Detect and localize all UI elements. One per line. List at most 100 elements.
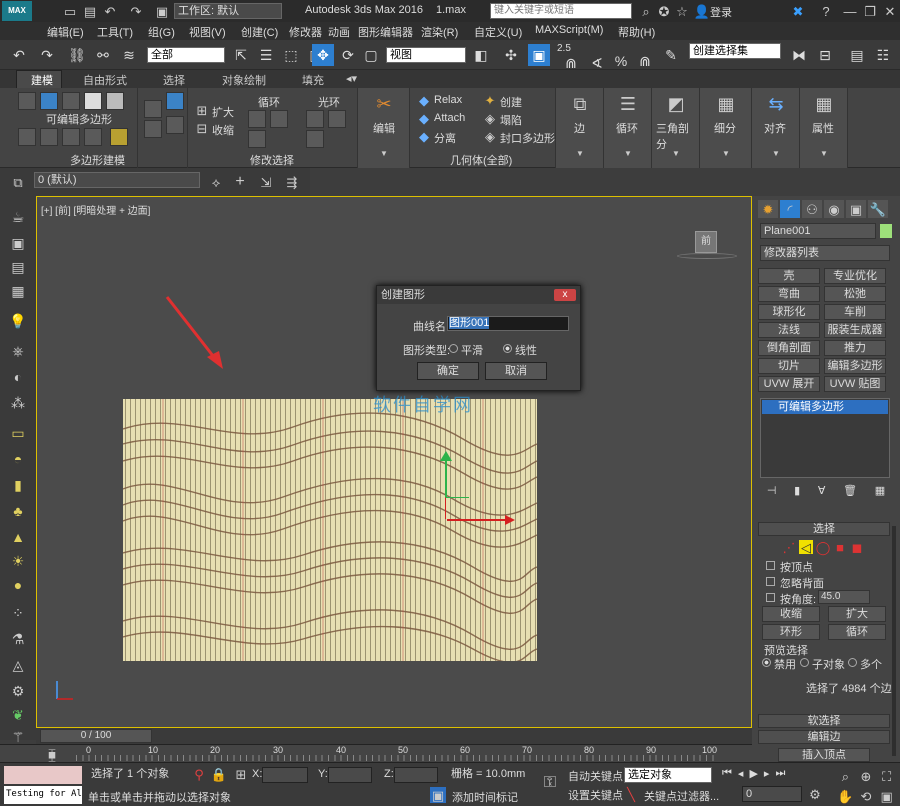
- sphere-icon[interactable]: ◐: [7, 366, 29, 388]
- preview-subobject-radio[interactable]: [800, 658, 809, 667]
- subdivision-dropdown-icon[interactable]: ▼: [720, 148, 732, 160]
- element-subobj-icon[interactable]: ◼: [850, 540, 864, 554]
- modifier-relax[interactable]: 松弛: [824, 286, 886, 302]
- plant-icon[interactable]: ❦: [7, 704, 29, 726]
- align-icon[interactable]: ⇆: [764, 92, 788, 116]
- modifier-slice[interactable]: 切片: [758, 358, 820, 374]
- pyramid-icon[interactable]: ◬: [7, 654, 29, 676]
- named-selection-dropdown[interactable]: 创建选择集: [689, 43, 781, 59]
- triangulate-icon[interactable]: ◩: [664, 92, 688, 116]
- pan-icon[interactable]: ✋: [836, 787, 855, 805]
- isolate-icon[interactable]: ⚲: [192, 767, 206, 781]
- vertex-subobj-icon[interactable]: ⋰: [782, 540, 796, 554]
- edges-icon[interactable]: ⧉: [568, 92, 592, 116]
- cancel-button[interactable]: 取消: [485, 362, 547, 380]
- manipulate-icon[interactable]: ✣: [500, 44, 522, 66]
- exchange-icon[interactable]: ✖: [790, 3, 806, 19]
- shrink-button[interactable]: 收缩: [762, 606, 820, 622]
- modifier-lathe[interactable]: 车削: [824, 304, 886, 320]
- menu-views[interactable]: 视图(V): [189, 24, 226, 40]
- tab-object-paint[interactable]: 对象绘制: [222, 72, 266, 88]
- make-unique-icon[interactable]: ∀: [818, 484, 826, 500]
- rect-selection-icon[interactable]: ⬚: [280, 44, 302, 66]
- hierarchy-tab-icon[interactable]: ⚇: [802, 200, 822, 218]
- gizmo-plane-handle[interactable]: [445, 497, 469, 519]
- select-mode-icon[interactable]: [166, 92, 184, 110]
- select-move-icon[interactable]: ✥: [312, 44, 334, 66]
- menu-create[interactable]: 创建(C): [241, 24, 278, 40]
- teapot-icon[interactable]: ☕: [7, 206, 29, 228]
- hemisphere-icon[interactable]: ◓: [7, 448, 29, 470]
- toggle-end-icon[interactable]: [62, 128, 80, 146]
- orbit-icon[interactable]: ⟲: [857, 787, 876, 805]
- gizmo-x-arrow[interactable]: [505, 515, 515, 525]
- time-tag-icon[interactable]: ▣: [430, 787, 446, 803]
- render-icon[interactable]: ▣: [7, 232, 29, 254]
- utilities-tab-icon[interactable]: 🔧: [868, 200, 888, 218]
- smooth-radio[interactable]: [449, 344, 458, 353]
- shell-icon[interactable]: ♣: [7, 500, 29, 522]
- redo-icon[interactable]: ↷: [36, 44, 58, 66]
- polygon-subobj-icon[interactable]: ■: [833, 540, 847, 554]
- modify-tab-icon[interactable]: ◜: [780, 200, 800, 218]
- maximize-viewport-icon[interactable]: ▣: [877, 787, 896, 805]
- attach-button[interactable]: Attach: [434, 112, 465, 124]
- use-nurms-icon[interactable]: [144, 100, 162, 118]
- scatter-icon[interactable]: ⁘: [7, 602, 29, 624]
- select-rotate-icon[interactable]: ⟳: [337, 44, 359, 66]
- add-to-layer-icon[interactable]: ⇲: [256, 172, 276, 192]
- object-color-swatch[interactable]: [880, 224, 892, 238]
- edit-dropdown-icon[interactable]: ▼: [378, 148, 390, 160]
- border-subobj-icon[interactable]: ◯: [816, 540, 831, 554]
- undo-icon[interactable]: ↶: [102, 3, 118, 19]
- modifier-pro-optimizer[interactable]: 专业优化: [824, 268, 886, 284]
- edges-button[interactable]: 边: [574, 120, 585, 136]
- remove-modifier-icon[interactable]: 🗑: [843, 484, 857, 500]
- sphere2-icon[interactable]: ●: [7, 574, 29, 596]
- menu-tools[interactable]: 工具(T): [97, 24, 133, 40]
- time-slider[interactable]: 0 / 100: [36, 728, 752, 744]
- properties-button[interactable]: 属性: [812, 120, 834, 136]
- time-slider-thumb[interactable]: 0 / 100: [40, 729, 152, 743]
- polymodel-label[interactable]: 多边形建模: [70, 152, 125, 168]
- binoculars-icon[interactable]: ⌕: [638, 3, 654, 19]
- absolute-mode-icon[interactable]: ⊞: [234, 767, 248, 781]
- ring-shrink-icon[interactable]: [328, 110, 346, 128]
- pipe-icon[interactable]: ⚗: [7, 628, 29, 650]
- undo-icon[interactable]: ↶: [8, 44, 30, 66]
- loop-grow-icon[interactable]: [248, 110, 266, 128]
- modifier-push[interactable]: 推力: [824, 340, 886, 356]
- menu-help[interactable]: 帮助(H): [618, 24, 655, 40]
- cap-poly-button[interactable]: 封口多边形: [500, 130, 555, 146]
- material-icon[interactable]: ▤: [7, 256, 29, 278]
- prev-frame-icon[interactable]: ◂: [738, 767, 744, 783]
- modify-selection-label[interactable]: 修改选择: [250, 152, 294, 168]
- linear-radio[interactable]: [503, 344, 512, 353]
- select-object-icon[interactable]: ⇱: [230, 44, 252, 66]
- layer-properties-icon[interactable]: ⟡: [206, 172, 226, 192]
- time-config-icon[interactable]: ⚙: [808, 787, 822, 801]
- workspace-dropdown[interactable]: 工作区: 默认: [174, 3, 282, 19]
- collapse-stack-icon[interactable]: [84, 128, 102, 146]
- selection-filter-dropdown[interactable]: 全部: [147, 47, 225, 63]
- align-icon[interactable]: ⊟: [814, 44, 836, 66]
- menu-animation[interactable]: 动画: [328, 24, 350, 40]
- menu-edit[interactable]: 编辑(E): [47, 24, 84, 40]
- track-bar[interactable]: ⧯ 0 10 20 30 40 50 60 70 80 90 100: [0, 744, 752, 762]
- grow-button[interactable]: 扩大: [212, 104, 234, 120]
- curve-name-input[interactable]: 图形001: [447, 316, 569, 331]
- loops-dropdown-icon[interactable]: ▼: [622, 148, 634, 160]
- use-soft-icon[interactable]: [144, 120, 162, 138]
- stack-item-editable-poly[interactable]: 可编辑多边形: [762, 400, 888, 414]
- open-icon[interactable]: ▤: [82, 3, 98, 19]
- modifier-garment-maker[interactable]: 服装生成器: [824, 322, 886, 338]
- percent-snap-icon[interactable]: %: [610, 50, 632, 72]
- modifier-edit-poly[interactable]: 编辑多边形: [824, 358, 886, 374]
- modifier-bevel-profile[interactable]: 倒角剖面: [758, 340, 820, 356]
- geometry-label[interactable]: 几何体(全部): [450, 152, 512, 168]
- edge-subobj-icon[interactable]: ◁: [799, 540, 813, 554]
- preview-multi-radio[interactable]: [848, 658, 857, 667]
- subdivision-icon[interactable]: ▦: [714, 92, 738, 116]
- z-coord-field[interactable]: [394, 767, 438, 783]
- menu-rendering[interactable]: 渲染(R): [421, 24, 458, 40]
